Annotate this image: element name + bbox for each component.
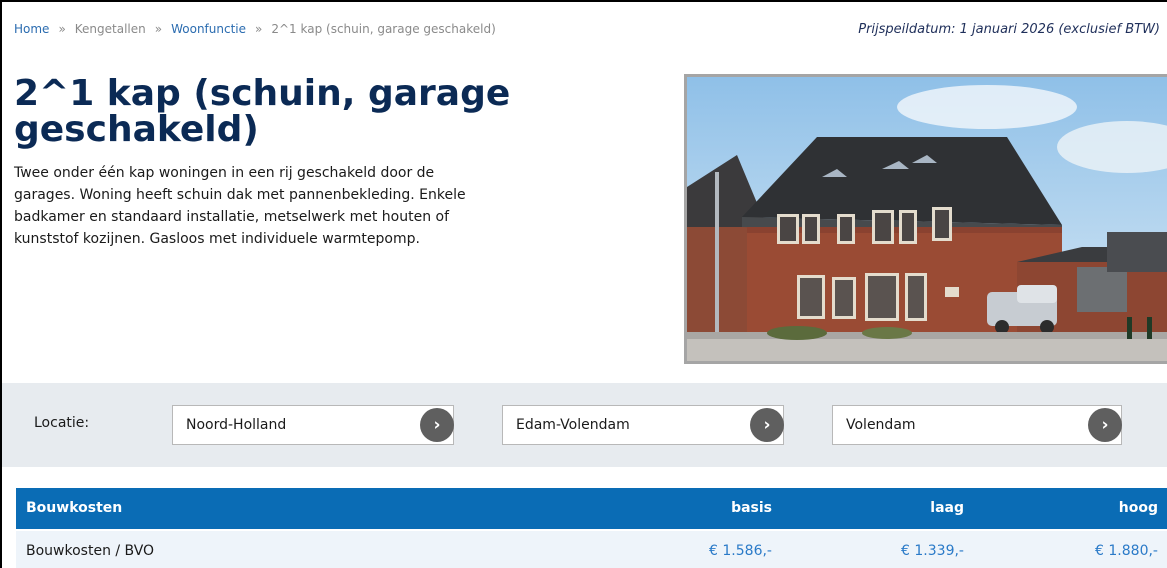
header-bouwkosten: Bouwkosten — [26, 500, 123, 516]
price-date: Prijspeildatum: 1 januari 2026 (exclusie… — [858, 22, 1160, 37]
municipality-value: Edam-Volendam — [516, 417, 630, 433]
location-selector-band: Locatie: Noord-Holland › Edam-Volendam ›… — [2, 383, 1167, 467]
page-description: Twee onder één kap woningen in een rij g… — [14, 165, 466, 247]
header-basis: basis — [731, 500, 772, 516]
breadcrumb-separator: » — [58, 22, 66, 36]
breadcrumb-kengetallen[interactable]: Kengetallen — [75, 22, 146, 36]
province-value: Noord-Holland — [186, 417, 287, 433]
house-illustration — [687, 77, 1167, 361]
location-label: Locatie: — [34, 415, 90, 431]
house-photo — [684, 74, 1167, 364]
page-frame: Home » Kengetallen » Woonfunctie » 2^1 kap (sc… — [0, 0, 1167, 568]
top-bar: Home » Kengetallen » Woonfunctie » 2^1 kap (sc… — [14, 22, 1164, 42]
breadcrumb-separator: » — [255, 22, 263, 36]
breadcrumb-current: 2^1 kap (schuin, garage geschakeld) — [271, 22, 496, 36]
breadcrumb-woonfunctie-link[interactable]: Woonfunctie — [171, 22, 246, 36]
place-select[interactable]: Volendam › — [832, 405, 1122, 445]
breadcrumb-home-link[interactable]: Home — [14, 22, 49, 36]
page-title: 2^1 kap (schuin, garage geschakeld) — [14, 73, 511, 150]
breadcrumb-separator: » — [154, 22, 163, 36]
municipality-select[interactable]: Edam-Volendam › — [502, 405, 784, 445]
row-laag-value: € 1.339,- — [901, 543, 964, 559]
province-select[interactable]: Noord-Holland › — [172, 405, 454, 445]
chevron-right-icon[interactable]: › — [1088, 408, 1122, 442]
chevron-right-icon[interactable]: › — [420, 408, 454, 442]
breadcrumb: Home » Kengetallen » Woonfunctie » 2^1 kap (sc… — [14, 22, 496, 36]
row-basis-value: € 1.586,- — [709, 543, 772, 559]
row-label: Bouwkosten / BVO — [26, 543, 155, 559]
table-row: Bouwkosten / BVO € 1.586,- € 1.339,- € 1… — [16, 531, 1167, 568]
header-hoog: hoog — [1118, 500, 1158, 516]
row-hoog-value: € 1.880,- — [1095, 543, 1158, 559]
chevron-right-icon[interactable]: › — [750, 408, 784, 442]
cost-table-header: Bouwkosten basis laag hoog — [16, 488, 1167, 529]
place-value: Volendam — [846, 417, 916, 433]
header-laag: laag — [930, 500, 964, 516]
